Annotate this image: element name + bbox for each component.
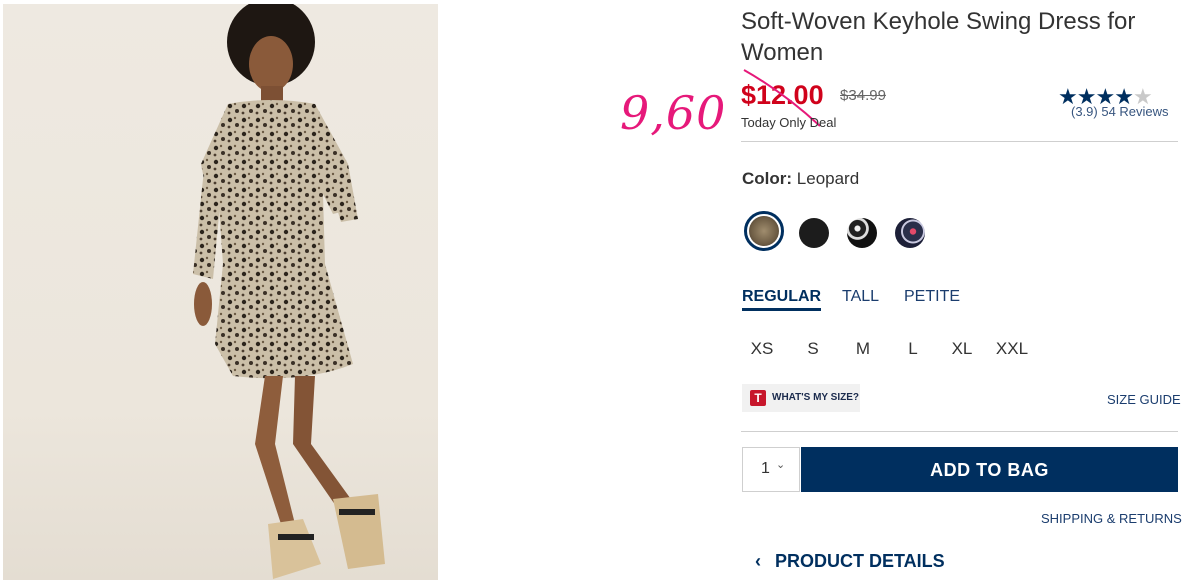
handwritten-price-note: 9,60 [620, 86, 727, 140]
swatch-black-white-floral[interactable] [847, 218, 877, 248]
original-price: $34.99 [840, 87, 886, 104]
size-option[interactable]: S [793, 339, 833, 359]
swatch-black[interactable] [799, 218, 829, 248]
size-option[interactable]: XL [942, 339, 982, 359]
tab-tall[interactable]: TALL [842, 288, 879, 306]
true-fit-icon: T [750, 390, 766, 406]
size-option[interactable]: XS [742, 339, 782, 359]
chevron-down-icon: ⌄ [776, 459, 786, 471]
product-details-toggle[interactable]: ‹ PRODUCT DETAILS [755, 551, 945, 572]
product-details-label: PRODUCT DETAILS [775, 551, 945, 571]
deal-label: Today Only Deal [741, 115, 837, 130]
product-title: Soft-Woven Keyhole Swing Dress for Women [741, 8, 1136, 66]
whats-my-size-button[interactable]: T WHAT'S MY SIZE? [742, 384, 860, 412]
quantity-select[interactable]: 1 ⌄ [742, 447, 800, 492]
swatch-navy-floral[interactable] [895, 218, 925, 248]
whats-my-size-label: WHAT'S MY SIZE? [772, 392, 860, 403]
divider [741, 141, 1178, 142]
add-to-bag-button[interactable]: ADD TO BAG [801, 447, 1178, 492]
reviews-link[interactable]: (3.9) 54 Reviews [1071, 104, 1169, 119]
size-option[interactable]: M [843, 339, 883, 359]
product-image[interactable] [3, 4, 438, 580]
divider [741, 431, 1178, 432]
tab-regular[interactable]: REGULAR [742, 288, 822, 311]
color-value: Leopard [796, 169, 860, 188]
size-guide-link[interactable]: SIZE GUIDE [1107, 392, 1181, 407]
color-label: Color: Leopard [742, 169, 859, 189]
quantity-value: 1 [761, 460, 770, 477]
tab-petite[interactable]: PETITE [904, 288, 960, 306]
size-option[interactable]: L [893, 339, 933, 359]
size-option[interactable]: XXL [992, 339, 1032, 359]
color-label-key: Color: [742, 169, 793, 188]
shipping-returns-link[interactable]: SHIPPING & RETURNS [1041, 511, 1182, 526]
chevron-left-icon: ‹ [755, 551, 761, 571]
swatch-leopard[interactable] [749, 216, 779, 246]
